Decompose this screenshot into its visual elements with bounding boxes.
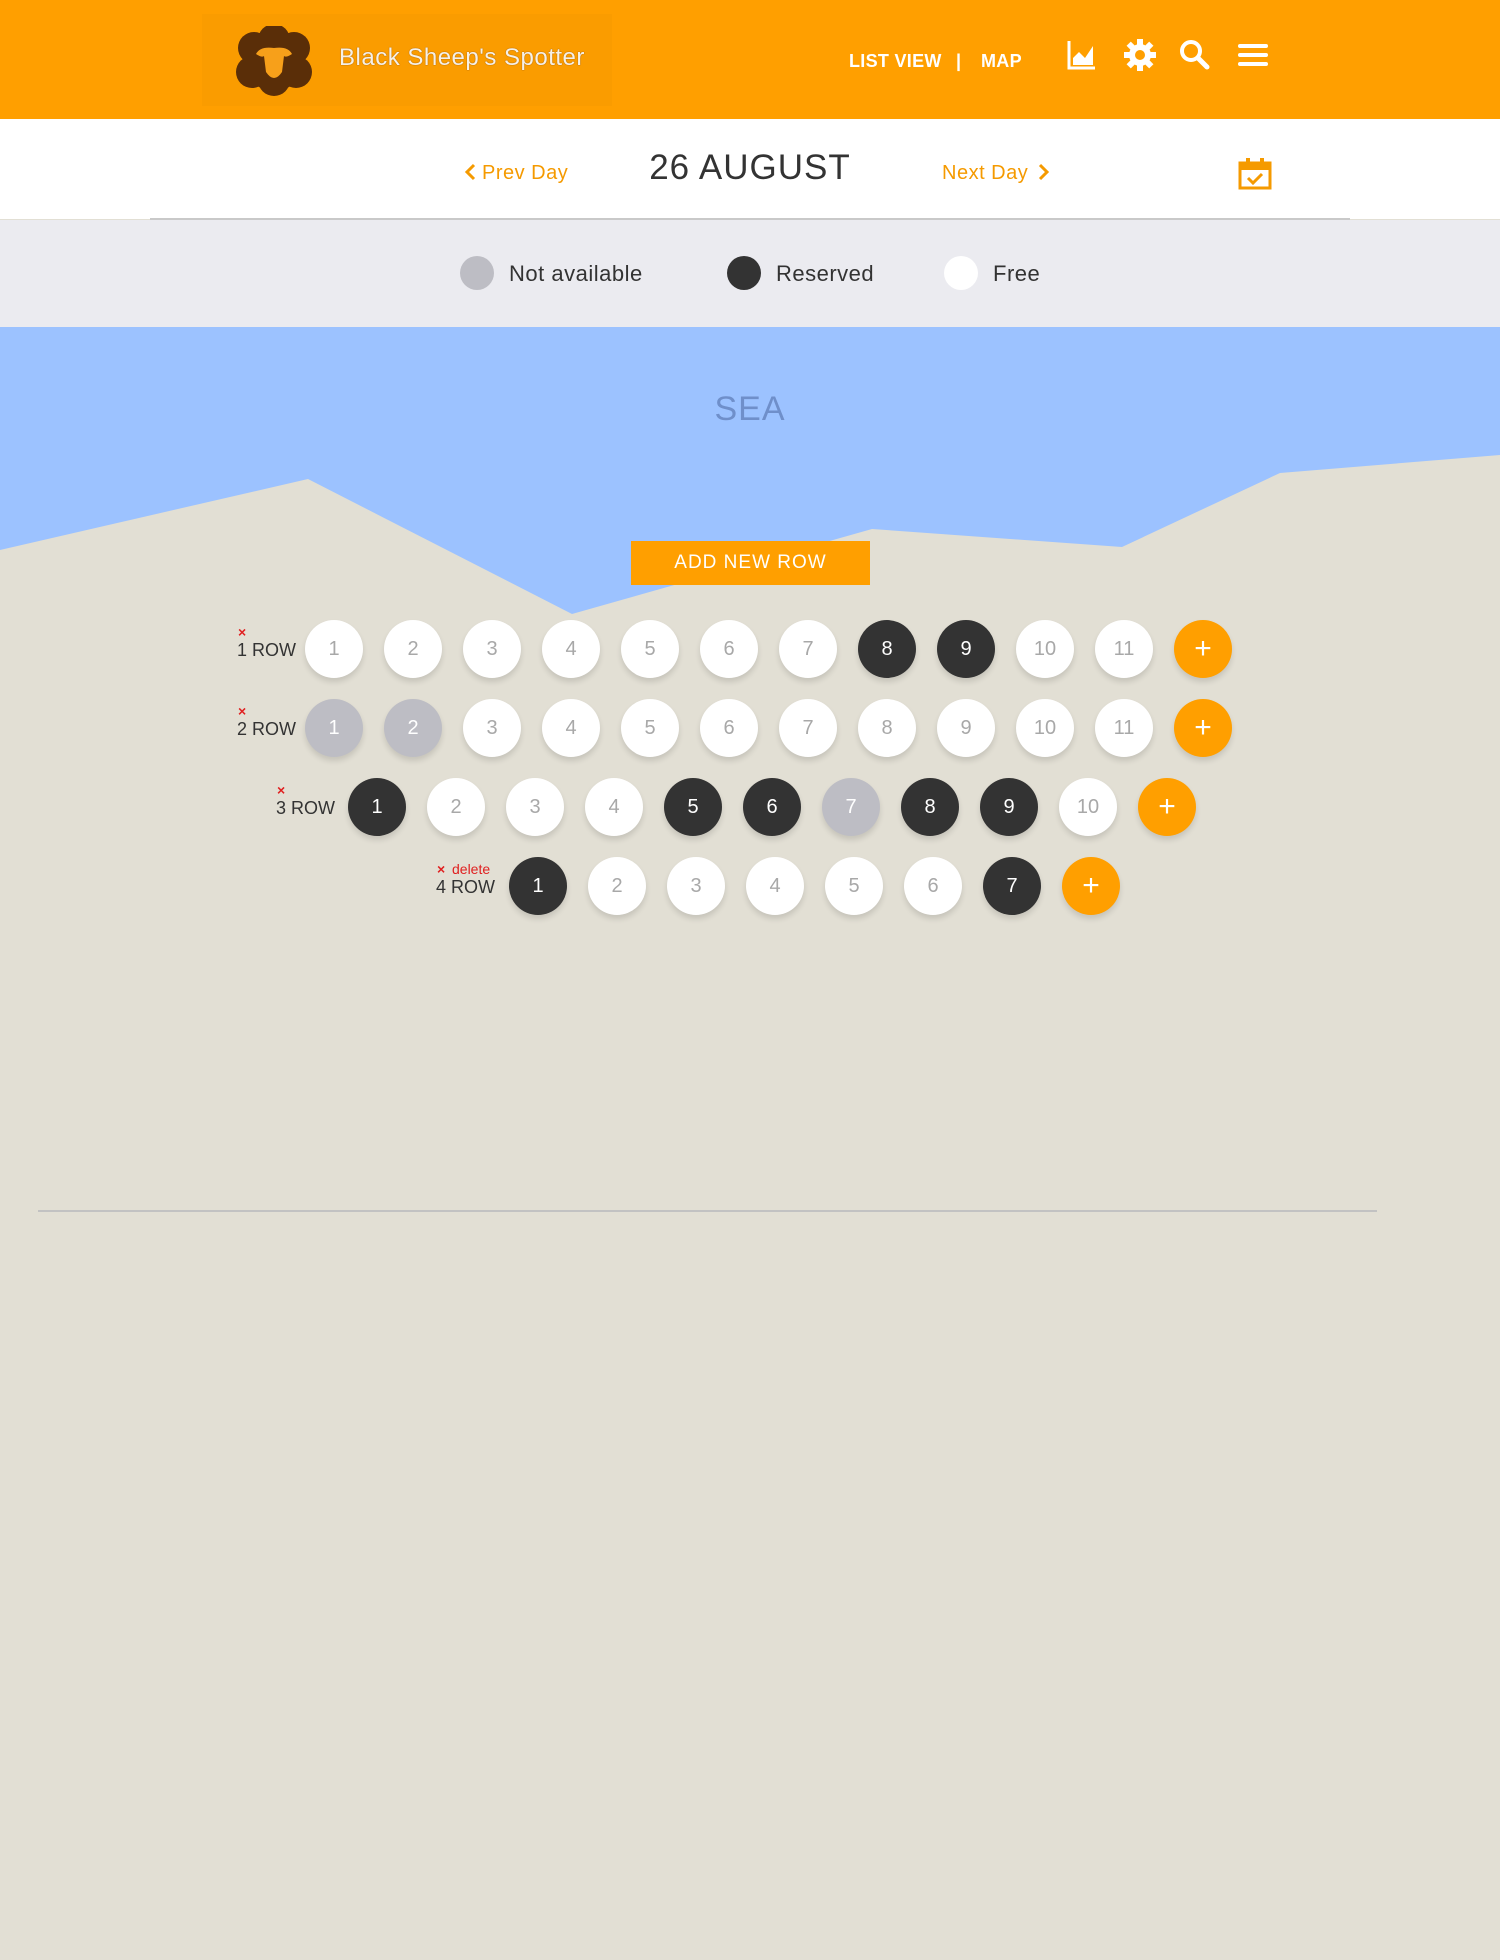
search-icon[interactable] bbox=[1178, 38, 1210, 72]
nav-separator: | bbox=[956, 51, 962, 71]
delete-row-icon[interactable]: × bbox=[238, 703, 246, 719]
seat-button[interactable]: 6 bbox=[743, 778, 801, 836]
seat-button[interactable]: 8 bbox=[858, 699, 916, 757]
seat-button[interactable]: 2 bbox=[384, 620, 442, 678]
seat-button[interactable]: 4 bbox=[746, 857, 804, 915]
seat-button[interactable]: 1 bbox=[305, 620, 363, 678]
seat-button[interactable]: 11 bbox=[1095, 620, 1153, 678]
legend-label-not-available: Not available bbox=[509, 261, 643, 286]
seat-button[interactable]: 7 bbox=[779, 620, 837, 678]
prev-day-button[interactable]: Prev Day bbox=[464, 162, 568, 185]
row-label: 2 ROW bbox=[237, 719, 297, 739]
seat-button[interactable]: 9 bbox=[980, 778, 1038, 836]
calendar-check-icon[interactable] bbox=[1238, 158, 1272, 190]
delete-row-label[interactable]: delete bbox=[452, 861, 490, 877]
seat-button[interactable]: 10 bbox=[1016, 620, 1074, 678]
seat-button[interactable]: 6 bbox=[904, 857, 962, 915]
add-seat-button[interactable]: + bbox=[1062, 857, 1120, 915]
seat-button[interactable]: 10 bbox=[1016, 699, 1074, 757]
add-seat-button[interactable]: + bbox=[1174, 699, 1232, 757]
map-link[interactable]: MAP bbox=[981, 51, 1022, 72]
prev-day-label: Prev Day bbox=[482, 162, 569, 184]
bottom-divider bbox=[38, 1210, 1377, 1212]
seat-button[interactable]: 4 bbox=[542, 699, 600, 757]
add-seat-button[interactable]: + bbox=[1174, 620, 1232, 678]
delete-row-icon[interactable]: × bbox=[238, 624, 246, 640]
current-date: 26 AUGUST bbox=[649, 148, 851, 187]
list-view-link[interactable]: LIST VIEW bbox=[849, 51, 942, 72]
seat-button[interactable]: 8 bbox=[901, 778, 959, 836]
legend-label-free: Free bbox=[993, 261, 1041, 286]
legend-label-reserved: Reserved bbox=[776, 261, 875, 286]
sheep-logo-icon bbox=[236, 26, 312, 96]
seat-button[interactable]: 9 bbox=[937, 699, 995, 757]
seat-button[interactable]: 1 bbox=[348, 778, 406, 836]
top-header: Black Sheep's Spotter LIST VIEW | MAP bbox=[0, 0, 1500, 119]
menu-icon[interactable] bbox=[1237, 38, 1269, 72]
delete-row-icon[interactable]: × bbox=[437, 861, 445, 877]
seat-button[interactable]: 5 bbox=[621, 620, 679, 678]
gear-icon[interactable] bbox=[1124, 38, 1156, 72]
seat-button[interactable]: 5 bbox=[664, 778, 722, 836]
next-day-button[interactable]: Next Day bbox=[942, 162, 1050, 185]
delete-row-icon[interactable]: × bbox=[277, 782, 285, 798]
seat-button[interactable]: 6 bbox=[700, 699, 758, 757]
seat-button[interactable]: 2 bbox=[588, 857, 646, 915]
legend-dot-reserved bbox=[727, 256, 761, 290]
add-seat-button[interactable]: + bbox=[1138, 778, 1196, 836]
seat-button[interactable]: 1 bbox=[509, 857, 567, 915]
row-label: 1 ROW bbox=[237, 640, 297, 660]
seat-button[interactable]: 2 bbox=[384, 699, 442, 757]
app-name: Black Sheep's Spotter bbox=[339, 44, 585, 71]
seat-button[interactable]: 2 bbox=[427, 778, 485, 836]
next-day-label: Next Day bbox=[942, 162, 1029, 184]
seat-button[interactable]: 10 bbox=[1059, 778, 1117, 836]
chevron-right-icon bbox=[1039, 163, 1050, 181]
seat-button[interactable]: 3 bbox=[667, 857, 725, 915]
seat-button[interactable]: 11 bbox=[1095, 699, 1153, 757]
seat-button[interactable]: 7 bbox=[983, 857, 1041, 915]
seat-button[interactable]: 3 bbox=[463, 699, 521, 757]
chart-icon[interactable] bbox=[1066, 38, 1098, 72]
seat-button[interactable]: 4 bbox=[542, 620, 600, 678]
add-new-row-button[interactable]: ADD NEW ROW bbox=[631, 541, 870, 585]
seat-button[interactable]: 5 bbox=[825, 857, 883, 915]
seat-button[interactable]: 4 bbox=[585, 778, 643, 836]
seat-button[interactable]: 5 bbox=[621, 699, 679, 757]
seat-button[interactable]: 8 bbox=[858, 620, 916, 678]
chevron-left-icon bbox=[464, 163, 476, 181]
row-label: 4 ROW bbox=[436, 877, 496, 897]
seat-button[interactable]: 7 bbox=[779, 699, 837, 757]
row-label: 3 ROW bbox=[276, 798, 336, 818]
seat-button[interactable]: 1 bbox=[305, 699, 363, 757]
seat-button[interactable]: 9 bbox=[937, 620, 995, 678]
legend-dot-not-available bbox=[460, 256, 494, 290]
legend-dot-free bbox=[944, 256, 978, 290]
seat-button[interactable]: 3 bbox=[506, 778, 564, 836]
seat-button[interactable]: 3 bbox=[463, 620, 521, 678]
sea-label: SEA bbox=[714, 390, 786, 428]
seat-button[interactable]: 7 bbox=[822, 778, 880, 836]
seat-button[interactable]: 6 bbox=[700, 620, 758, 678]
